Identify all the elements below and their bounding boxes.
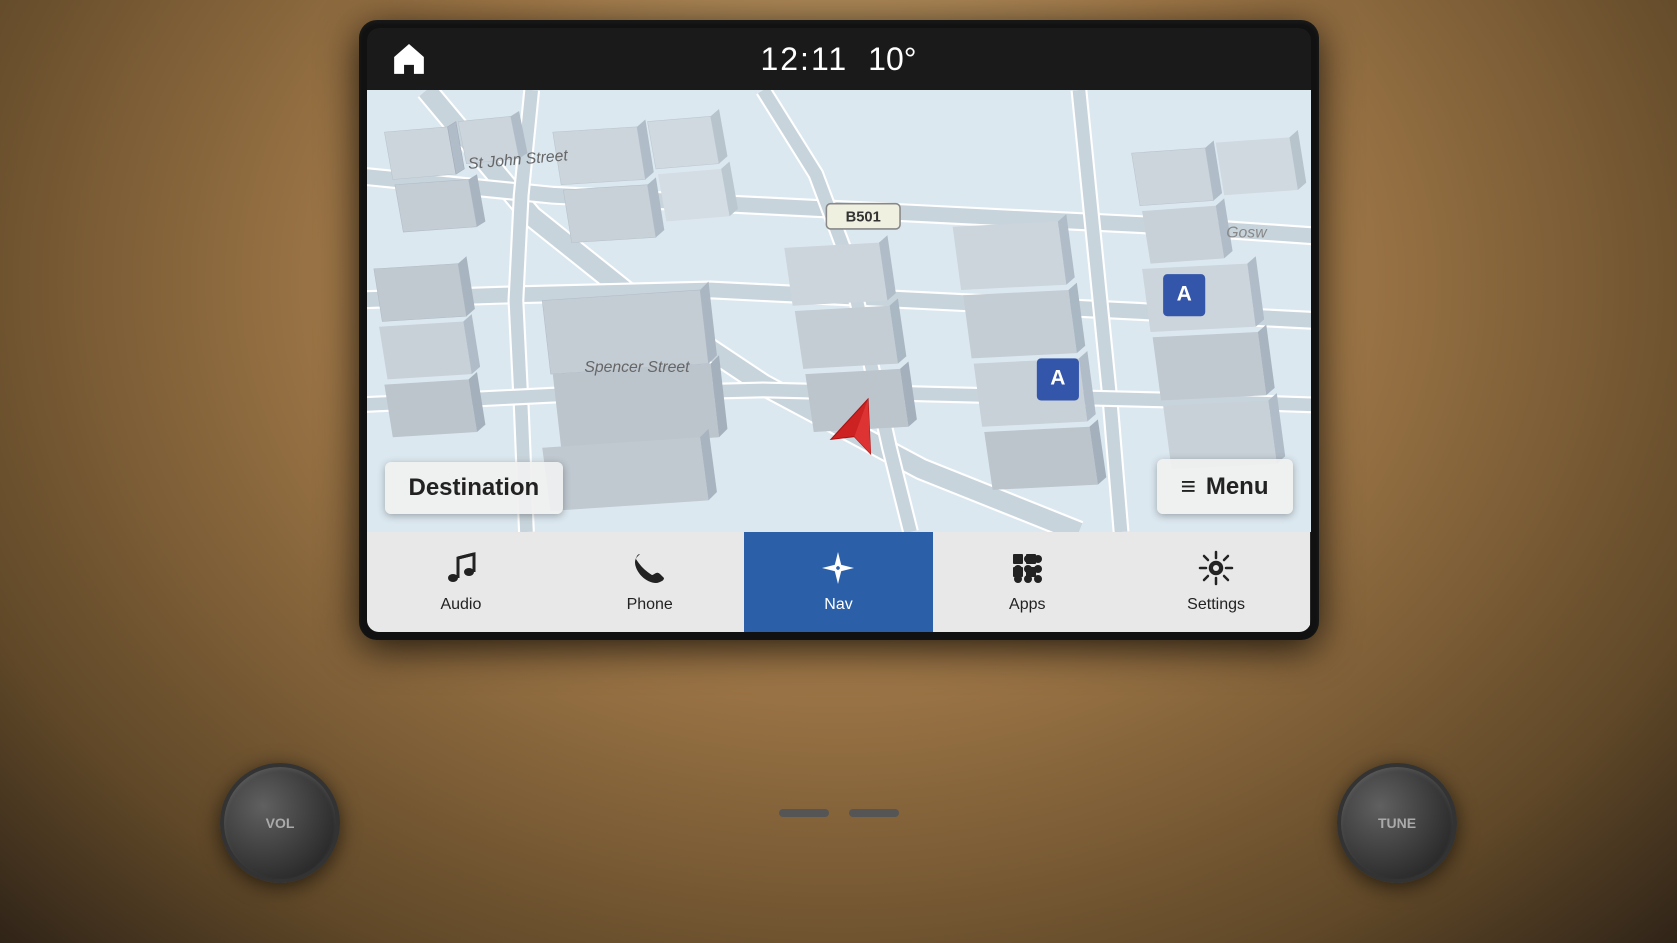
svg-text:B501: B501	[845, 210, 880, 226]
audio-label: Audio	[440, 596, 481, 614]
status-bar: 12:11 10°	[367, 28, 1311, 90]
nav-item-nav[interactable]: Nav	[744, 532, 933, 632]
status-time-temp: 12:11 10°	[760, 41, 916, 78]
svg-text:Spencer Street: Spencer Street	[584, 359, 690, 376]
destination-button[interactable]: Destination	[385, 462, 564, 514]
nav-item-phone[interactable]: Phone	[555, 532, 744, 632]
phone-label: Phone	[627, 596, 673, 614]
tune-knob[interactable]	[1337, 763, 1457, 883]
dash-button-2[interactable]	[849, 809, 899, 817]
status-time: 12:11	[760, 41, 848, 78]
apps-label: Apps	[1009, 596, 1045, 614]
bottom-controls	[589, 798, 1089, 828]
apps-icon	[1009, 550, 1045, 592]
nav-item-apps[interactable]: Apps	[933, 532, 1122, 632]
nav-label: Nav	[824, 596, 852, 614]
phone-icon	[632, 550, 668, 592]
screen-bezel: 12:11 10°	[359, 20, 1319, 640]
settings-label: Settings	[1187, 596, 1245, 614]
audio-icon	[443, 550, 479, 592]
svg-text:Gosw: Gosw	[1226, 224, 1268, 241]
settings-icon	[1198, 550, 1234, 592]
svg-text:A: A	[1176, 282, 1191, 305]
menu-button[interactable]: ≡ Menu	[1157, 459, 1293, 514]
home-button[interactable]	[387, 37, 431, 81]
map-area[interactable]: A A B501 St John Street Spencer Street G…	[367, 90, 1311, 532]
nav-bar: Audio Phone	[367, 532, 1311, 632]
svg-text:A: A	[1050, 367, 1065, 390]
building-group-middle-left	[373, 256, 485, 437]
infotainment-screen: 12:11 10°	[367, 28, 1311, 632]
nav-item-audio[interactable]: Audio	[367, 532, 556, 632]
vol-knob[interactable]	[220, 763, 340, 883]
menu-icon: ≡	[1181, 471, 1196, 502]
building-spencer	[542, 282, 727, 511]
nav-compass-icon	[820, 550, 856, 592]
car-dashboard: 12:11 10°	[0, 0, 1677, 943]
dash-button-1[interactable]	[779, 809, 829, 817]
nav-item-settings[interactable]: Settings	[1122, 532, 1311, 632]
home-icon	[391, 41, 427, 77]
status-temperature: 10°	[868, 41, 916, 78]
